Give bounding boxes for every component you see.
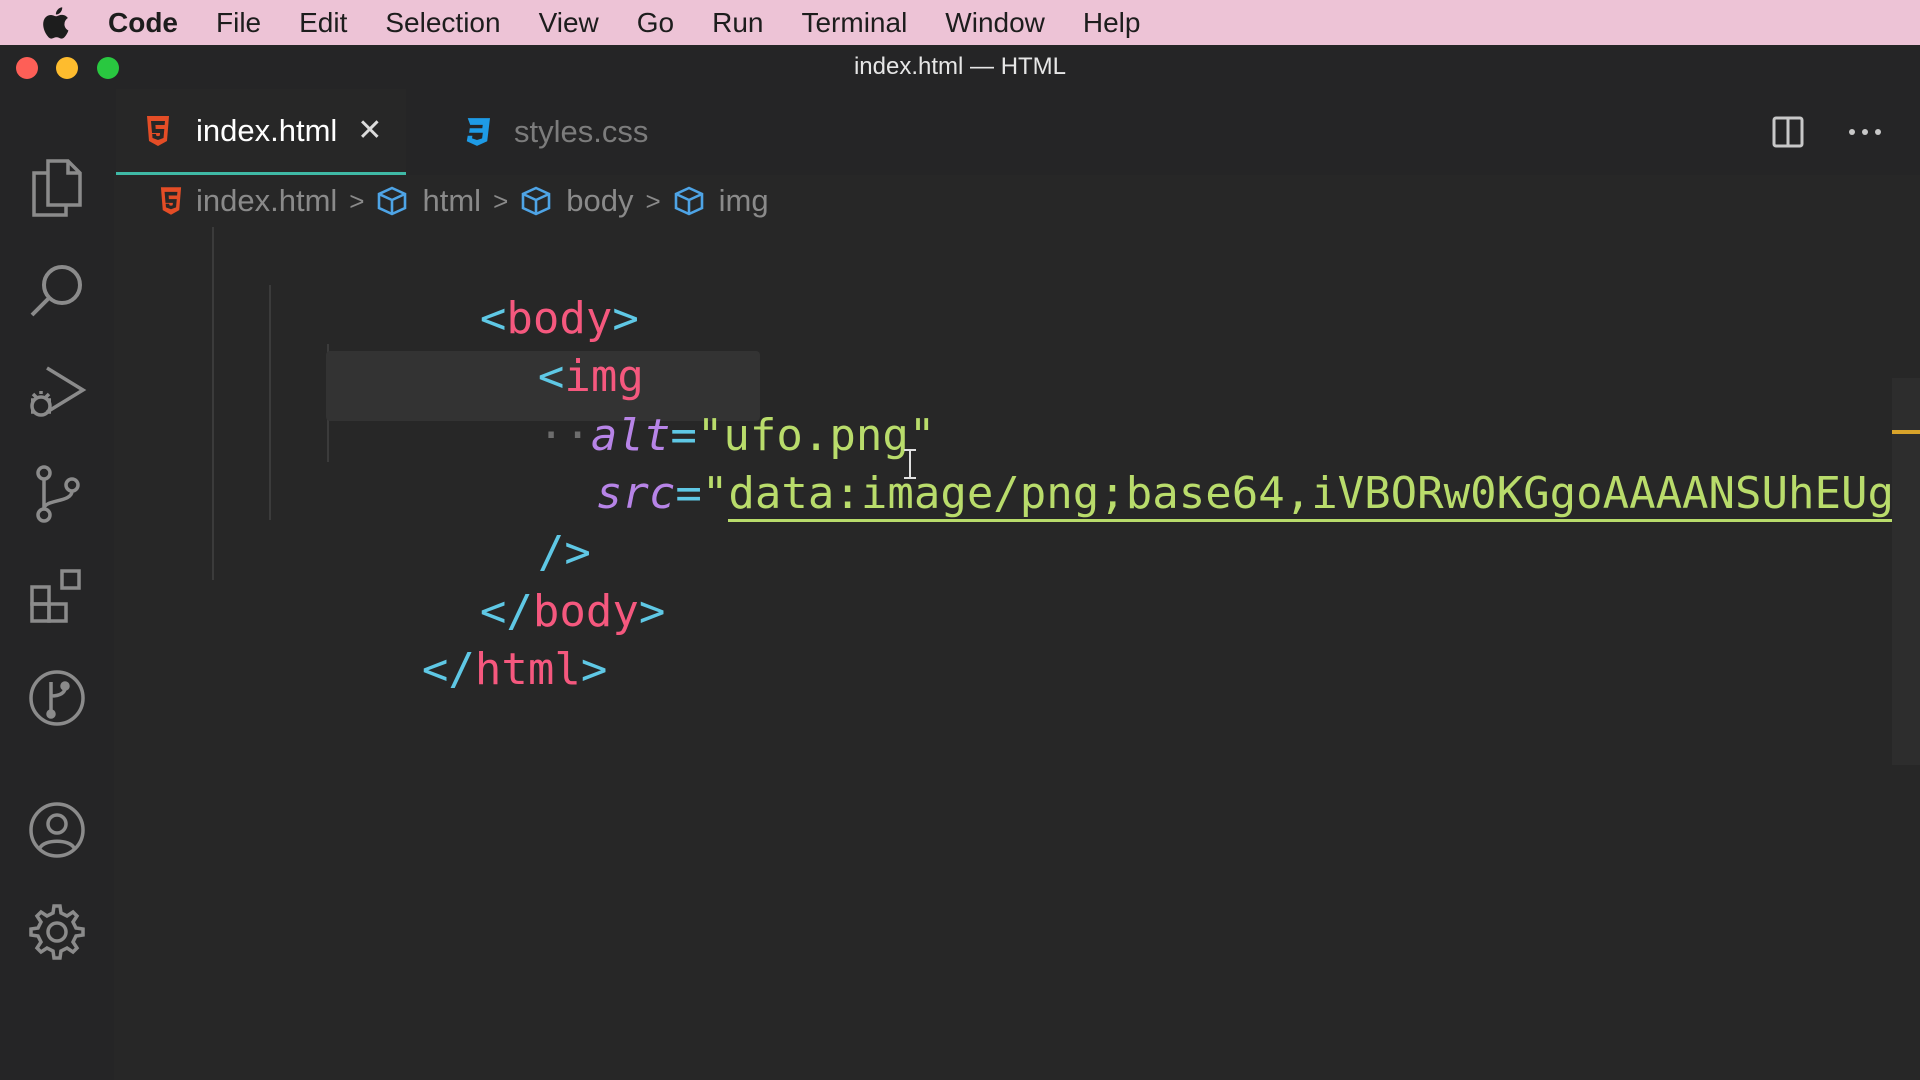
code-line: </html>: [421, 644, 608, 695]
apple-icon[interactable]: [40, 6, 74, 40]
code-line: src="data:image/png;base64,iVBORw0KGgoAA…: [384, 407, 1892, 522]
tab-index-html[interactable]: index.html ✕: [116, 89, 406, 175]
zoom-window-button[interactable]: [97, 57, 119, 79]
menu-edit[interactable]: Edit: [299, 7, 347, 39]
menu-selection[interactable]: Selection: [385, 7, 500, 39]
scrollbar-marker: [1892, 430, 1920, 434]
menu-go[interactable]: Go: [637, 7, 674, 39]
split-editor-icon[interactable]: [1772, 116, 1804, 148]
code-line: />: [537, 527, 591, 578]
minimize-window-button[interactable]: [56, 57, 78, 79]
symbol-element-icon: [520, 186, 552, 216]
breadcrumb-item-img[interactable]: img: [673, 183, 769, 219]
symbol-element-icon: [376, 186, 408, 216]
tab-styles-css[interactable]: styles.css: [434, 89, 654, 175]
breadcrumb-label: html: [422, 183, 482, 218]
menu-window[interactable]: Window: [945, 7, 1045, 39]
menu-app-name[interactable]: Code: [108, 7, 178, 39]
code-line: ··alt="ufo.png": [537, 410, 936, 461]
title-bar: index.html — HTML: [0, 45, 1920, 89]
code-line: </body>: [479, 586, 666, 637]
breadcrumb-separator: >: [349, 185, 365, 216]
window-title: index.html — HTML: [853, 53, 1067, 80]
symbol-element-icon: [673, 186, 705, 216]
close-icon[interactable]: ✕: [357, 113, 382, 148]
source-control-icon[interactable]: [26, 463, 88, 525]
menu-terminal[interactable]: Terminal: [801, 7, 907, 39]
css3-icon: [464, 117, 490, 147]
editor-actions: [1772, 89, 1920, 175]
settings-gear-icon[interactable]: [26, 901, 88, 963]
breadcrumb-item-body[interactable]: body: [520, 183, 633, 219]
text-cursor-icon: [902, 448, 918, 485]
menu-bar: Code File Edit Selection View Go Run Ter…: [0, 0, 1920, 45]
html5-icon: [160, 187, 182, 215]
search-icon[interactable]: [26, 259, 88, 321]
html5-icon: [146, 115, 172, 146]
activity-bar: [0, 89, 114, 1080]
breadcrumb-label: body: [566, 183, 634, 218]
code-content: <body> <img ··alt="ufo.png" src="data:im…: [114, 227, 1892, 695]
menu-view[interactable]: View: [539, 7, 599, 39]
close-window-button[interactable]: [16, 57, 38, 79]
breadcrumb: index.html > html > body > img: [114, 175, 1920, 227]
code-line: <img: [537, 351, 644, 402]
scrollbar-track[interactable]: [1892, 378, 1920, 765]
menu-run[interactable]: Run: [712, 7, 763, 39]
run-debug-icon[interactable]: [26, 361, 88, 423]
menu-help[interactable]: Help: [1083, 7, 1141, 39]
breadcrumb-separator: >: [493, 185, 509, 216]
code-line: <body>: [479, 293, 639, 344]
git-graph-icon[interactable]: [26, 667, 88, 729]
extensions-icon[interactable]: [26, 565, 88, 627]
code-editor[interactable]: <body> <img ··alt="ufo.png" src="data:im…: [114, 227, 1892, 1080]
breadcrumb-label: img: [718, 183, 769, 218]
breadcrumb-file[interactable]: index.html: [160, 183, 337, 219]
breadcrumb-file-label: index.html: [196, 183, 338, 218]
account-icon[interactable]: [26, 799, 88, 861]
menu-file[interactable]: File: [216, 7, 261, 39]
tab-label: index.html: [196, 112, 338, 148]
vscode-window: index.html — HTML index.html ✕ styles.cs…: [0, 45, 1920, 1080]
more-actions-icon[interactable]: [1848, 128, 1882, 136]
explorer-icon[interactable]: [26, 157, 88, 219]
tab-label: styles.css: [514, 114, 649, 149]
breadcrumb-item-html[interactable]: html: [376, 183, 481, 219]
editor-tab-bar: index.html ✕ styles.css: [114, 89, 1920, 175]
breadcrumb-separator: >: [645, 185, 661, 216]
